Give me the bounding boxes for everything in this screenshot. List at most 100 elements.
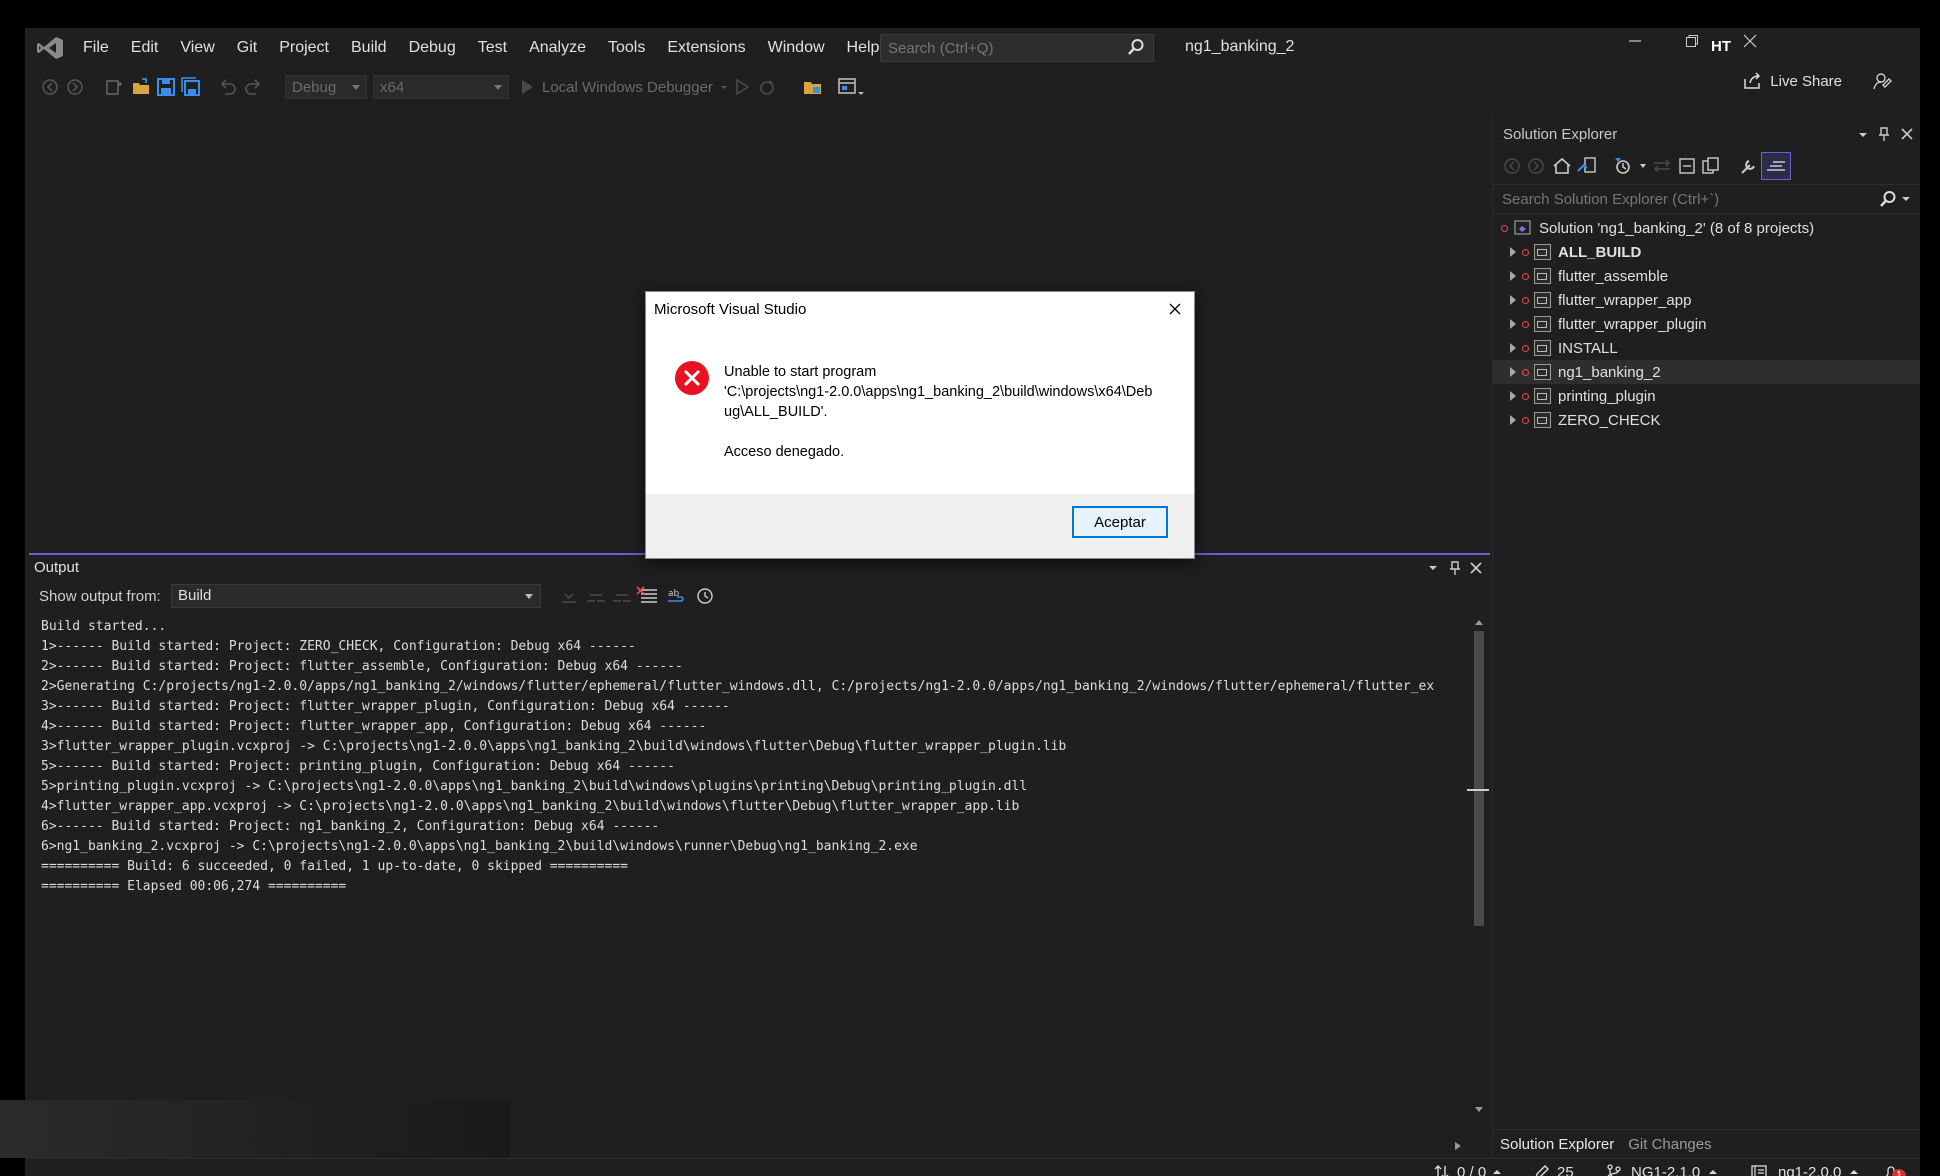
scroll-down-icon[interactable]	[1473, 1105, 1485, 1115]
search-icon[interactable]	[1127, 38, 1145, 56]
menu-debug[interactable]: Debug	[399, 35, 466, 61]
new-project-icon[interactable]	[103, 75, 127, 99]
branch-status[interactable]: NG1-2.1.0	[1605, 1163, 1718, 1176]
sync-with-document-icon[interactable]	[1649, 155, 1675, 177]
output-source-select[interactable]: Build	[171, 584, 541, 608]
close-panel-icon[interactable]	[1470, 562, 1482, 574]
global-search-input[interactable]	[881, 38, 1120, 58]
live-share-button[interactable]: Live Share	[1742, 71, 1894, 91]
project-node-ng1-banking-2[interactable]: ng1_banking_2	[1493, 360, 1920, 384]
expand-arrow-icon[interactable]	[1510, 391, 1516, 401]
show-all-files-icon[interactable]	[1699, 155, 1723, 177]
feedback-icon[interactable]	[1872, 71, 1894, 91]
undo-icon[interactable]	[217, 75, 239, 99]
home-icon[interactable]	[1549, 155, 1575, 177]
close-window-button[interactable]	[1733, 34, 1767, 60]
collapse-all-icon[interactable]	[1675, 155, 1699, 177]
forward-icon[interactable]	[1525, 155, 1549, 177]
solution-folder-icon[interactable]	[801, 75, 825, 99]
vertical-scrollbar[interactable]	[1467, 617, 1489, 1117]
close-icon[interactable]	[1164, 298, 1186, 320]
restore-button[interactable]	[1675, 34, 1709, 60]
expand-arrow-icon[interactable]	[1510, 319, 1516, 329]
start-debugging-icon[interactable]	[519, 75, 535, 99]
pending-changes-status[interactable]: 0 / 0	[1433, 1163, 1502, 1176]
tab-git-changes[interactable]: Git Changes	[1621, 1136, 1718, 1153]
expand-arrow-icon[interactable]	[1510, 295, 1516, 305]
menu-project[interactable]: Project	[269, 35, 339, 61]
close-panel-icon[interactable]	[1901, 128, 1913, 140]
project-node-install[interactable]: INSTALL	[1493, 336, 1920, 360]
pin-icon[interactable]	[1448, 560, 1462, 576]
cpp-project-icon	[1534, 268, 1551, 284]
menu-build[interactable]: Build	[341, 35, 397, 61]
expand-arrow-icon[interactable]	[1510, 247, 1516, 257]
project-node-flutter-wrapper-plugin[interactable]: flutter_wrapper_plugin	[1493, 312, 1920, 336]
preview-selected-items-icon[interactable]	[1761, 152, 1791, 180]
panel-menu-chevron-icon[interactable]	[1857, 130, 1869, 140]
window-layout-icon[interactable]	[836, 75, 866, 99]
clear-all-icon[interactable]	[635, 585, 663, 607]
scrollbar-thumb[interactable]	[1474, 631, 1484, 926]
menu-analyze[interactable]: Analyze	[519, 35, 596, 61]
switch-views-icon[interactable]	[1575, 155, 1601, 177]
pending-changes-filter-icon[interactable]	[1611, 155, 1637, 177]
output-log[interactable]: Build started... 1>------ Build started:…	[29, 617, 1466, 1127]
menu-edit[interactable]: Edit	[121, 35, 169, 61]
next-message-icon[interactable]	[609, 585, 635, 607]
edits-status[interactable]: 25	[1533, 1163, 1574, 1176]
menu-git[interactable]: Git	[227, 35, 267, 61]
back-icon[interactable]	[1501, 155, 1525, 177]
project-node-all-build[interactable]: ALL_BUILD	[1493, 240, 1920, 264]
navigate-back-icon[interactable]	[39, 75, 61, 99]
search-icon[interactable]	[1879, 190, 1897, 208]
ok-button[interactable]: Aceptar	[1072, 506, 1168, 538]
menu-extensions[interactable]: Extensions	[657, 35, 755, 61]
start-without-debugging-icon[interactable]	[731, 75, 753, 99]
previous-message-icon[interactable]	[583, 585, 609, 607]
project-node-zero-check[interactable]: ZERO_CHECK	[1493, 408, 1920, 432]
minimize-button[interactable]	[1618, 34, 1652, 60]
status-bar: 0 / 0 25 NG1-2.1.0 ng1-2.0.0 1	[25, 1158, 1920, 1176]
menu-file[interactable]: File	[73, 35, 119, 61]
project-node-printing-plugin[interactable]: printing_plugin	[1493, 384, 1920, 408]
repository-status[interactable]: ng1-2.0.0	[1750, 1163, 1859, 1176]
solution-search-input[interactable]	[1493, 185, 1864, 213]
notifications-button[interactable]: 1	[1882, 1163, 1906, 1176]
properties-wrench-icon[interactable]	[1737, 155, 1761, 177]
save-all-icon[interactable]	[180, 75, 202, 99]
hot-reload-icon[interactable]	[756, 75, 782, 99]
output-panel: Output Show output from: Build ab Build …	[29, 553, 1490, 1160]
solution-configuration-dropdown[interactable]: Debug	[285, 75, 367, 99]
solution-node[interactable]: Solution 'ng1_banking_2' (8 of 8 project…	[1493, 216, 1920, 240]
toggle-timestamps-icon[interactable]	[691, 585, 719, 607]
menu-tools[interactable]: Tools	[598, 35, 655, 61]
expand-arrow-icon[interactable]	[1510, 271, 1516, 281]
solution-platform-dropdown[interactable]: x64	[373, 75, 509, 99]
panel-menu-chevron-icon[interactable]	[1426, 562, 1440, 574]
scroll-up-icon[interactable]	[1473, 617, 1485, 627]
chevron-down-icon[interactable]	[717, 80, 731, 94]
redo-icon[interactable]	[242, 75, 264, 99]
open-file-icon[interactable]	[130, 75, 152, 99]
chevron-down-icon[interactable]	[1637, 160, 1649, 172]
find-message-icon[interactable]	[557, 585, 583, 607]
pencil-icon	[1535, 1165, 1549, 1176]
scroll-right-icon[interactable]	[1453, 1140, 1463, 1152]
menu-window[interactable]: Window	[758, 35, 835, 61]
menu-test[interactable]: Test	[468, 35, 517, 61]
navigate-forward-icon[interactable]	[64, 75, 86, 99]
expand-arrow-icon[interactable]	[1510, 343, 1516, 353]
chevron-down-icon[interactable]	[1901, 195, 1911, 203]
debugger-target[interactable]: Local Windows Debugger	[542, 79, 713, 96]
toggle-word-wrap-icon[interactable]: ab	[663, 585, 691, 607]
expand-arrow-icon[interactable]	[1510, 415, 1516, 425]
save-icon[interactable]	[155, 75, 177, 99]
pin-icon[interactable]	[1877, 126, 1891, 142]
expand-arrow-icon[interactable]	[1510, 367, 1516, 377]
user-avatar[interactable]: HT	[1708, 35, 1734, 59]
project-node-flutter-assemble[interactable]: flutter_assemble	[1493, 264, 1920, 288]
tab-solution-explorer[interactable]: Solution Explorer	[1493, 1136, 1621, 1153]
menu-view[interactable]: View	[170, 35, 224, 61]
project-node-flutter-wrapper-app[interactable]: flutter_wrapper_app	[1493, 288, 1920, 312]
